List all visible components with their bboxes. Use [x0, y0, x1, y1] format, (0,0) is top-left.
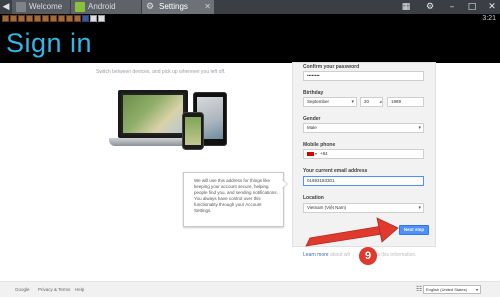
- email-label: Your current email address: [303, 168, 368, 174]
- gear-icon: ⚙: [146, 2, 155, 12]
- app-notification-icon: [10, 15, 17, 22]
- network-icon[interactable]: ▦: [400, 1, 412, 13]
- location-select[interactable]: Vietnam (Việt Nam): [303, 203, 424, 213]
- learn-more-text: about wh: [328, 252, 351, 258]
- mobile-phone-field[interactable]: ▾ +84: [303, 149, 424, 159]
- privacy-terms-link[interactable]: Privacy & Terms: [38, 287, 70, 292]
- notification-icons: [2, 15, 105, 23]
- app-notification-icon: [66, 15, 73, 22]
- phone-value: +84: [320, 151, 328, 156]
- minimize-icon[interactable]: –: [446, 1, 458, 13]
- tab-welcome[interactable]: Welcome: [12, 0, 70, 14]
- app-notification-icon: [26, 15, 33, 22]
- step-number-badge: 9: [359, 247, 377, 265]
- confirm-password-label: Confirm your password: [303, 64, 360, 70]
- location-label: Location: [303, 195, 324, 201]
- maximize-icon[interactable]: □: [466, 1, 478, 13]
- app-notification-icon: [74, 15, 81, 22]
- laptop-image: [118, 90, 188, 138]
- gender-label: Gender: [303, 116, 321, 122]
- close-icon[interactable]: ✕: [204, 0, 211, 14]
- app-notification-icon: [90, 15, 97, 22]
- vietnam-flag-icon[interactable]: [307, 151, 314, 156]
- google-footer-link[interactable]: Google: [15, 287, 30, 292]
- tab-settings[interactable]: ⚙ Settings ✕: [142, 0, 214, 14]
- app-notification-icon: [98, 15, 105, 22]
- birthday-month-select[interactable]: September: [303, 97, 357, 107]
- status-clock: 3:21: [482, 15, 496, 22]
- page-header: 3:21 Sign in: [0, 14, 500, 63]
- emulator-tab-bar: ◀ Welcome Android ⚙ Settings ✕ ▦ ⚙ – □ ✕: [0, 0, 500, 14]
- app-notification-icon: [34, 15, 41, 22]
- phone-image: [182, 112, 204, 150]
- emulator-window: ◀ Welcome Android ⚙ Settings ✕ ▦ ⚙ – □ ✕: [0, 0, 500, 297]
- page-title: Sign in: [6, 28, 93, 58]
- birthday-label: Birthday: [303, 90, 324, 96]
- close-window-icon[interactable]: ✕: [486, 1, 498, 13]
- app-notification-icon: [18, 15, 25, 22]
- facebook-icon: [82, 15, 89, 22]
- next-step-button[interactable]: Next step: [399, 225, 429, 235]
- tooltip-text: We will use this address for things like…: [194, 178, 278, 213]
- app-notification-icon: [58, 15, 65, 22]
- tab-label: Android: [88, 2, 116, 11]
- birthday-day-field[interactable]: 20: [360, 97, 383, 107]
- tooltip-pointer-fill: [282, 180, 287, 188]
- app-notification-icon: [42, 15, 49, 22]
- chevron-down-icon: ▾: [315, 151, 318, 156]
- tab-android[interactable]: Android: [71, 0, 141, 14]
- birthday-year-field[interactable]: 1989: [387, 97, 424, 107]
- app-notification-icon: [2, 15, 9, 22]
- promo-text: Switch between devices, and pick up wher…: [96, 69, 226, 75]
- tab-label: Settings: [159, 2, 188, 11]
- app-notification-icon: [50, 15, 57, 22]
- welcome-icon: [16, 2, 26, 12]
- gender-select[interactable]: Male: [303, 123, 424, 133]
- language-icon: ☷: [416, 285, 423, 293]
- language-select[interactable]: English (United States): [423, 285, 481, 294]
- android-icon: [75, 2, 85, 12]
- help-link[interactable]: Help: [75, 287, 84, 292]
- mobile-phone-label: Mobile phone: [303, 142, 336, 148]
- settings-gear-icon[interactable]: ⚙: [424, 1, 436, 13]
- learn-more-link[interactable]: Learn more: [303, 252, 329, 258]
- back-icon[interactable]: ◀: [0, 0, 12, 14]
- email-field[interactable]: 01693183301: [303, 176, 424, 186]
- email-help-tooltip: We will use this address for things like…: [183, 172, 284, 227]
- tab-label: Welcome: [29, 2, 63, 11]
- confirm-password-field[interactable]: ••••••••: [303, 71, 424, 81]
- learn-more-text-end: is this information.: [376, 252, 417, 258]
- page-footer: Google Privacy & Terms Help ☷ English (U…: [0, 281, 500, 297]
